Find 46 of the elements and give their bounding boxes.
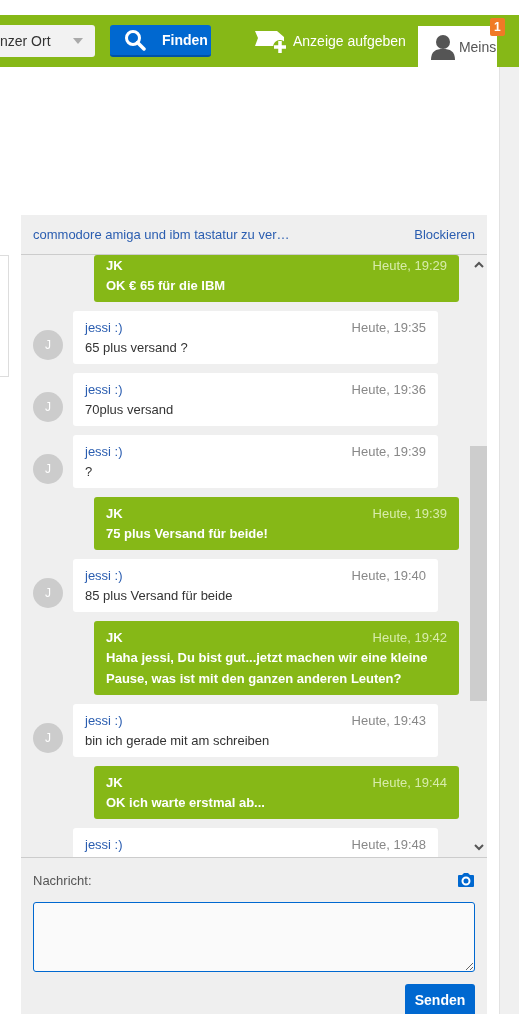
- sender-name: JK: [106, 257, 123, 273]
- sender-name: JK: [106, 505, 123, 521]
- sender-name: jessi :): [85, 836, 123, 852]
- sender-name: jessi :): [85, 567, 123, 583]
- sender-name: JK: [106, 774, 123, 790]
- message-label: Nachricht:: [33, 872, 92, 888]
- message-text: OK € 65 für die IBM: [106, 277, 227, 295]
- tag-plus-icon: [253, 28, 289, 54]
- message-time: Heute, 19:36: [351, 381, 426, 397]
- message-time: Heute, 19:43: [351, 712, 426, 728]
- message-time: Heute, 19:39: [351, 443, 426, 459]
- location-select[interactable]: nzer Ort: [0, 25, 95, 57]
- sender-name: jessi :): [85, 712, 123, 728]
- sender-name: JK: [106, 629, 123, 645]
- message-time: Heute, 19:35: [351, 319, 426, 335]
- message-time: Heute, 19:44: [372, 774, 447, 790]
- message-time: Heute, 19:48: [351, 836, 426, 852]
- message-time: Heute, 19:40: [351, 567, 426, 583]
- caret-icon: [73, 38, 83, 44]
- notification-badge: 1: [490, 18, 505, 36]
- message-text: 70plus versand: [85, 401, 175, 419]
- search-button[interactable]: Finden: [110, 25, 211, 57]
- person-icon: [429, 33, 456, 60]
- message-text: 75 plus Versand für beide!: [106, 525, 269, 543]
- scrollbar-thumb[interactable]: [470, 446, 487, 701]
- sender-name: jessi :): [85, 381, 123, 397]
- search-icon: [124, 29, 146, 51]
- send-button[interactable]: Senden: [405, 984, 475, 1014]
- message-time: Heute, 19:39: [372, 505, 447, 521]
- block-link[interactable]: Blockieren: [414, 227, 475, 242]
- message-text: ?: [85, 463, 94, 481]
- message-text: Haha jessi, Du bist gut...jetzt machen wir eine kleine Pause, was ist mit den ganzen anderen Leuten?: [106, 649, 429, 688]
- message-text: OK ich warte erstmal ab...: [106, 794, 266, 812]
- message-time: Heute, 19:29: [372, 257, 447, 273]
- sender-name: jessi :): [85, 319, 123, 335]
- message-text: 85 plus Versand für beide: [85, 587, 234, 605]
- message-time: Heute, 19:42: [372, 629, 447, 645]
- page-scrollbar[interactable]: [499, 67, 519, 1014]
- message-text: 65 plus versand ?: [85, 339, 189, 357]
- camera-icon[interactable]: [457, 872, 475, 888]
- message-text: bin ich gerade mit am schreiben: [85, 732, 271, 750]
- scroll-up-icon[interactable]: [473, 261, 484, 268]
- sender-name: jessi :): [85, 443, 123, 459]
- scroll-down-icon[interactable]: [473, 844, 484, 851]
- message-input[interactable]: [33, 902, 475, 972]
- conversation-title-link[interactable]: commodore amiga und ibm tastatur zu ver…: [33, 227, 290, 242]
